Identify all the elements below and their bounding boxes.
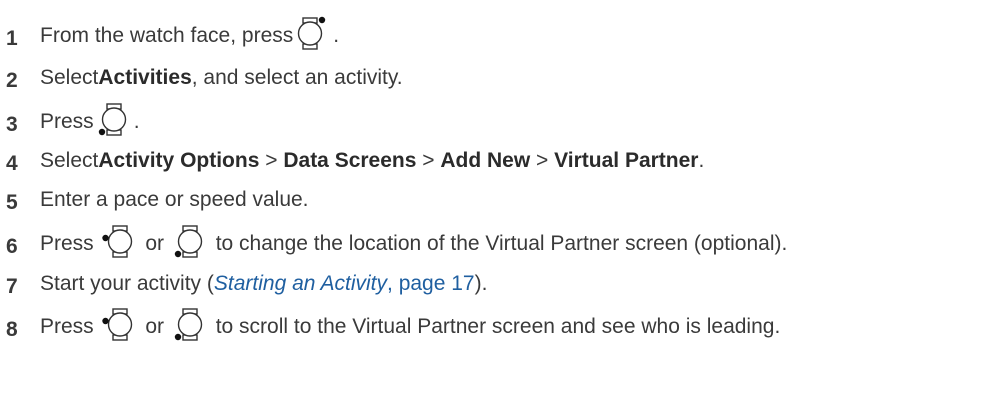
step-text-end: . (698, 148, 705, 172)
step-text-end: to scroll to the Virtual Partner screen … (209, 314, 781, 338)
step-text: Press (40, 314, 100, 338)
step-text-end: . (133, 109, 140, 133)
step-number: 6 (6, 234, 18, 258)
ui-term-add-new: Add New (440, 148, 531, 172)
step-number: 8 (6, 317, 18, 341)
step-3: 3 Press . (6, 102, 140, 138)
watch-bottom-left-button-icon (170, 224, 210, 258)
link-page[interactable]: , page 17 (387, 272, 475, 295)
step-number: 1 (6, 26, 18, 50)
step-number: 7 (6, 274, 18, 298)
step-7: 7 Start your activity ( Starting an Acti… (6, 266, 487, 300)
watch-middle-left-button-icon (100, 224, 140, 258)
link-title[interactable]: Starting an Activity (214, 272, 387, 295)
step-number: 3 (6, 112, 18, 136)
step-number: 5 (6, 190, 18, 214)
watch-top-right-button-icon (293, 16, 333, 50)
step-number: 4 (6, 151, 18, 175)
step-6: 6 Press or to change the location of the… (6, 224, 788, 260)
ui-term-activities: Activities (98, 65, 192, 89)
step-text: Select (40, 65, 99, 89)
step-1: 1 From the watch face, press . (6, 16, 340, 52)
menu-separator: > (259, 148, 284, 172)
step-text-or: or (139, 314, 170, 338)
step-text: From the watch face, press (40, 23, 294, 47)
watch-middle-left-button-icon (100, 307, 140, 341)
step-text-end: ). (474, 271, 488, 295)
watch-bottom-left-button-icon (170, 307, 210, 341)
step-text: Select (40, 148, 99, 172)
ui-term-virtual-partner: Virtual Partner (554, 148, 699, 172)
step-8: 8 Press or to scroll to the Virtual Part… (6, 307, 781, 343)
watch-bottom-left-button-icon (94, 102, 134, 136)
ui-term-activity-options: Activity Options (98, 148, 260, 172)
step-2: 2 Select Activities , and select an acti… (6, 60, 403, 94)
step-text: Press (40, 109, 94, 133)
menu-separator: > (530, 148, 555, 172)
step-text: Start your activity ( (40, 271, 214, 295)
menu-separator: > (416, 148, 441, 172)
step-text-or: or (139, 231, 170, 255)
step-text-end: , and select an activity. (191, 65, 403, 89)
step-4: 4 Select Activity Options > Data Screens… (6, 143, 704, 177)
step-number: 2 (6, 68, 18, 92)
step-text-end: to change the location of the Virtual Pa… (209, 231, 788, 255)
step-text-end: . (333, 23, 340, 47)
step-5: 5 Enter a pace or speed value. (6, 182, 309, 216)
step-text: Press (40, 231, 100, 255)
ui-term-data-screens: Data Screens (283, 148, 417, 172)
cross-reference-link[interactable]: Starting an Activity, page 17 (214, 273, 475, 294)
step-text: Enter a pace or speed value. (40, 187, 309, 211)
